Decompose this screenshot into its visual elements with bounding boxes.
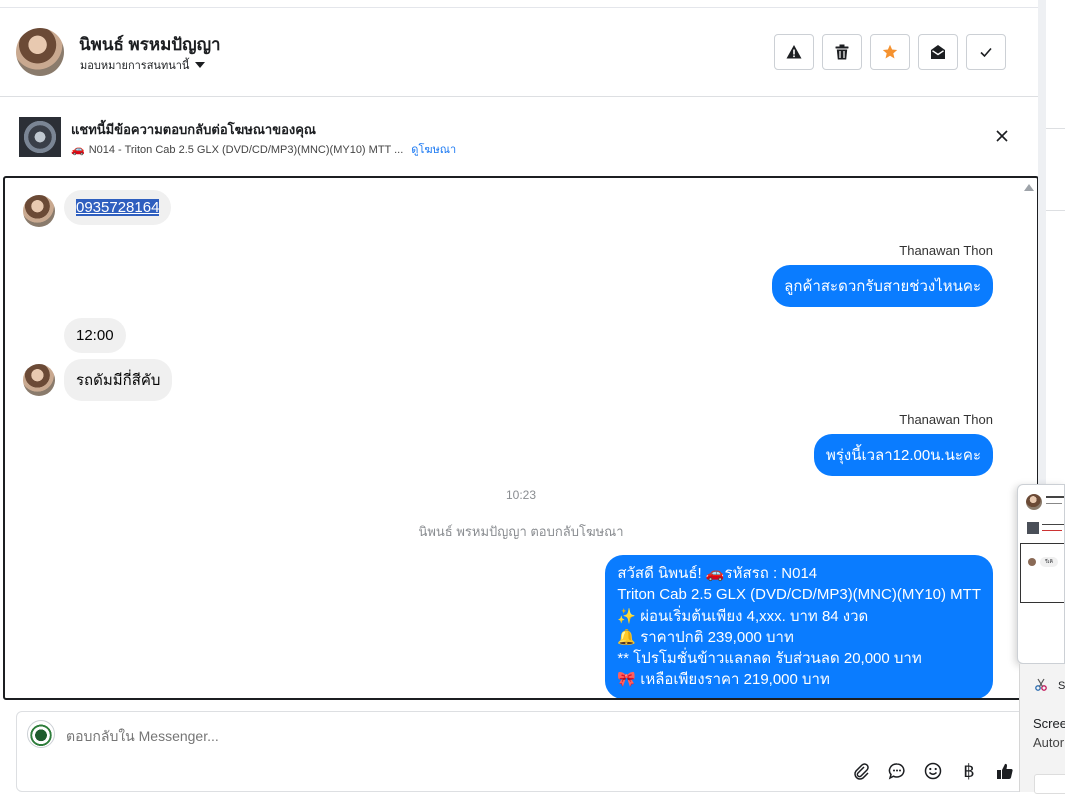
snip-line: Scree <box>1033 716 1065 731</box>
ad-info: 🚗 N014 - Triton Cab 2.5 GLX (DVD/CD/MP3)(… <box>71 140 456 158</box>
message-sender: Thanawan Thon <box>899 412 993 427</box>
message-line: สวัสดี นิพนธ์! 🚗รหัสรถ : N014 <box>617 565 818 582</box>
trash-icon <box>835 44 849 60</box>
baht-icon: ฿ <box>963 760 975 781</box>
ad-reply-note: นิพนธ์ พรหมปัญญา ตอบกลับโฆษณา <box>418 524 624 539</box>
chat-bubble-icon <box>888 763 905 780</box>
conversation-header: นิพนธ์ พรหมปัญญา มอบหมายการสนทนานี้ <box>0 8 1038 97</box>
warning-icon <box>786 45 802 59</box>
envelope-open-icon <box>931 45 945 59</box>
mark-unread-button[interactable] <box>918 34 958 70</box>
preview-avatar <box>1026 494 1042 510</box>
message-line: Triton Cab 2.5 GLX (DVD/CD/MP3)(MNC)(MY1… <box>617 586 981 604</box>
check-icon <box>980 47 992 58</box>
star-icon <box>882 44 898 59</box>
outgoing-message[interactable]: พรุ่งนี้เวลา12.00น.นะคะ <box>813 434 993 476</box>
selected-phone-number[interactable]: 0935728164 <box>76 199 160 216</box>
incoming-message[interactable]: 0935728164 <box>64 190 172 225</box>
incoming-message[interactable]: รถดัมมีกี่สีคับ <box>64 359 173 401</box>
message-line: 🔔 ราคาปกติ 239,000 บาท <box>617 628 794 646</box>
divider <box>1046 128 1065 129</box>
ad-name: N014 - Triton Cab 2.5 GLX (DVD/CD/MP3)(M… <box>88 144 404 156</box>
preview-thread <box>1020 543 1064 603</box>
view-ad-link[interactable]: ดูโฆษณา <box>411 144 456 156</box>
delete-button[interactable] <box>822 34 862 70</box>
preview-line <box>1042 524 1064 525</box>
preview-thumbnail <box>1027 522 1039 534</box>
emoji-button[interactable] <box>921 759 945 783</box>
snip-preview-box[interactable] <box>1034 774 1065 794</box>
payment-button[interactable]: ฿ <box>957 759 981 783</box>
preview-line <box>1046 503 1062 504</box>
thumbs-up-icon <box>997 763 1013 779</box>
snip-line: Autor <box>1033 735 1065 750</box>
contact-avatar[interactable] <box>16 28 64 76</box>
preview-line <box>1046 496 1064 498</box>
page-avatar <box>27 720 55 748</box>
snipping-tool-notification[interactable]: Sn Scree Autor <box>1019 664 1065 794</box>
message-thread[interactable]: 0935728164 Thanawan Thon ลูกค้าสะดวกรับส… <box>3 176 1039 700</box>
contact-avatar-small <box>23 195 55 227</box>
assign-label: มอบหมายการสนทนานี้ <box>80 60 190 72</box>
preview-avatar <box>1028 558 1036 566</box>
header-actions <box>774 34 1006 70</box>
paperclip-icon <box>854 763 869 780</box>
reply-input[interactable] <box>66 728 666 744</box>
divider <box>1046 210 1065 211</box>
incoming-message[interactable]: 12:00 <box>64 318 126 353</box>
mark-done-button[interactable] <box>966 34 1006 70</box>
attach-button[interactable] <box>849 759 873 783</box>
message-timestamp: 10:23 <box>505 488 537 502</box>
report-button[interactable] <box>774 34 814 70</box>
ad-thumbnail[interactable] <box>19 117 61 157</box>
composer-tools: ฿ <box>849 759 1017 783</box>
messenger-inbox: นิพนธ์ พรหมปัญญา มอบหมายการสนทนานี้ แชทน… <box>0 0 1039 792</box>
screenshot-preview-popup[interactable]: รีเคิ <box>1017 484 1065 664</box>
scissors-icon <box>1035 678 1047 691</box>
message-line: 🎀 เหลือเพียงราคา 219,000 บาท <box>617 671 830 689</box>
assign-conversation-dropdown[interactable]: มอบหมายการสนทนานี้ <box>80 56 206 74</box>
preview-line <box>1042 530 1062 531</box>
message-sender: Thanawan Thon <box>899 243 993 258</box>
reply-composer: ฿ <box>16 711 1038 792</box>
star-button[interactable] <box>870 34 910 70</box>
car-icon: 🚗 <box>71 144 85 156</box>
close-icon <box>996 130 1008 142</box>
emoji-icon <box>924 762 942 780</box>
contact-avatar-small <box>23 364 55 396</box>
ad-banner-title: แชทนี้มีข้อความตอบกลับต่อโฆษณาของคุณ <box>71 122 316 137</box>
contact-name[interactable]: นิพนธ์ พรหมปัญญา <box>79 31 221 58</box>
message-line: ** โปรโมชั่นข้าวแลกลด รับส่วนลด 20,000 บ… <box>617 650 922 668</box>
scroll-up-arrow-icon[interactable] <box>1024 184 1034 191</box>
snip-title: Sn <box>1058 680 1065 692</box>
saved-replies-button[interactable] <box>885 759 909 783</box>
preview-bubble: รีเคิ <box>1040 557 1058 567</box>
caret-down-icon <box>195 62 206 68</box>
outgoing-message[interactable]: ลูกค้าสะดวกรับสายช่วงไหนคะ <box>772 265 993 307</box>
outgoing-ad-message[interactable]: สวัสดี นิพนธ์! 🚗รหัสรถ : N014 Triton Cab… <box>605 555 993 698</box>
like-button[interactable] <box>993 759 1017 783</box>
ad-reply-banner: แชทนี้มีข้อความตอบกลับต่อโฆษณาของคุณ 🚗 N0… <box>0 97 1038 175</box>
close-banner-button[interactable] <box>994 128 1010 144</box>
message-line: ✨ ผ่อนเริ่มต้นเพียง 4,xxx. บาท 84 งวด <box>617 607 869 625</box>
